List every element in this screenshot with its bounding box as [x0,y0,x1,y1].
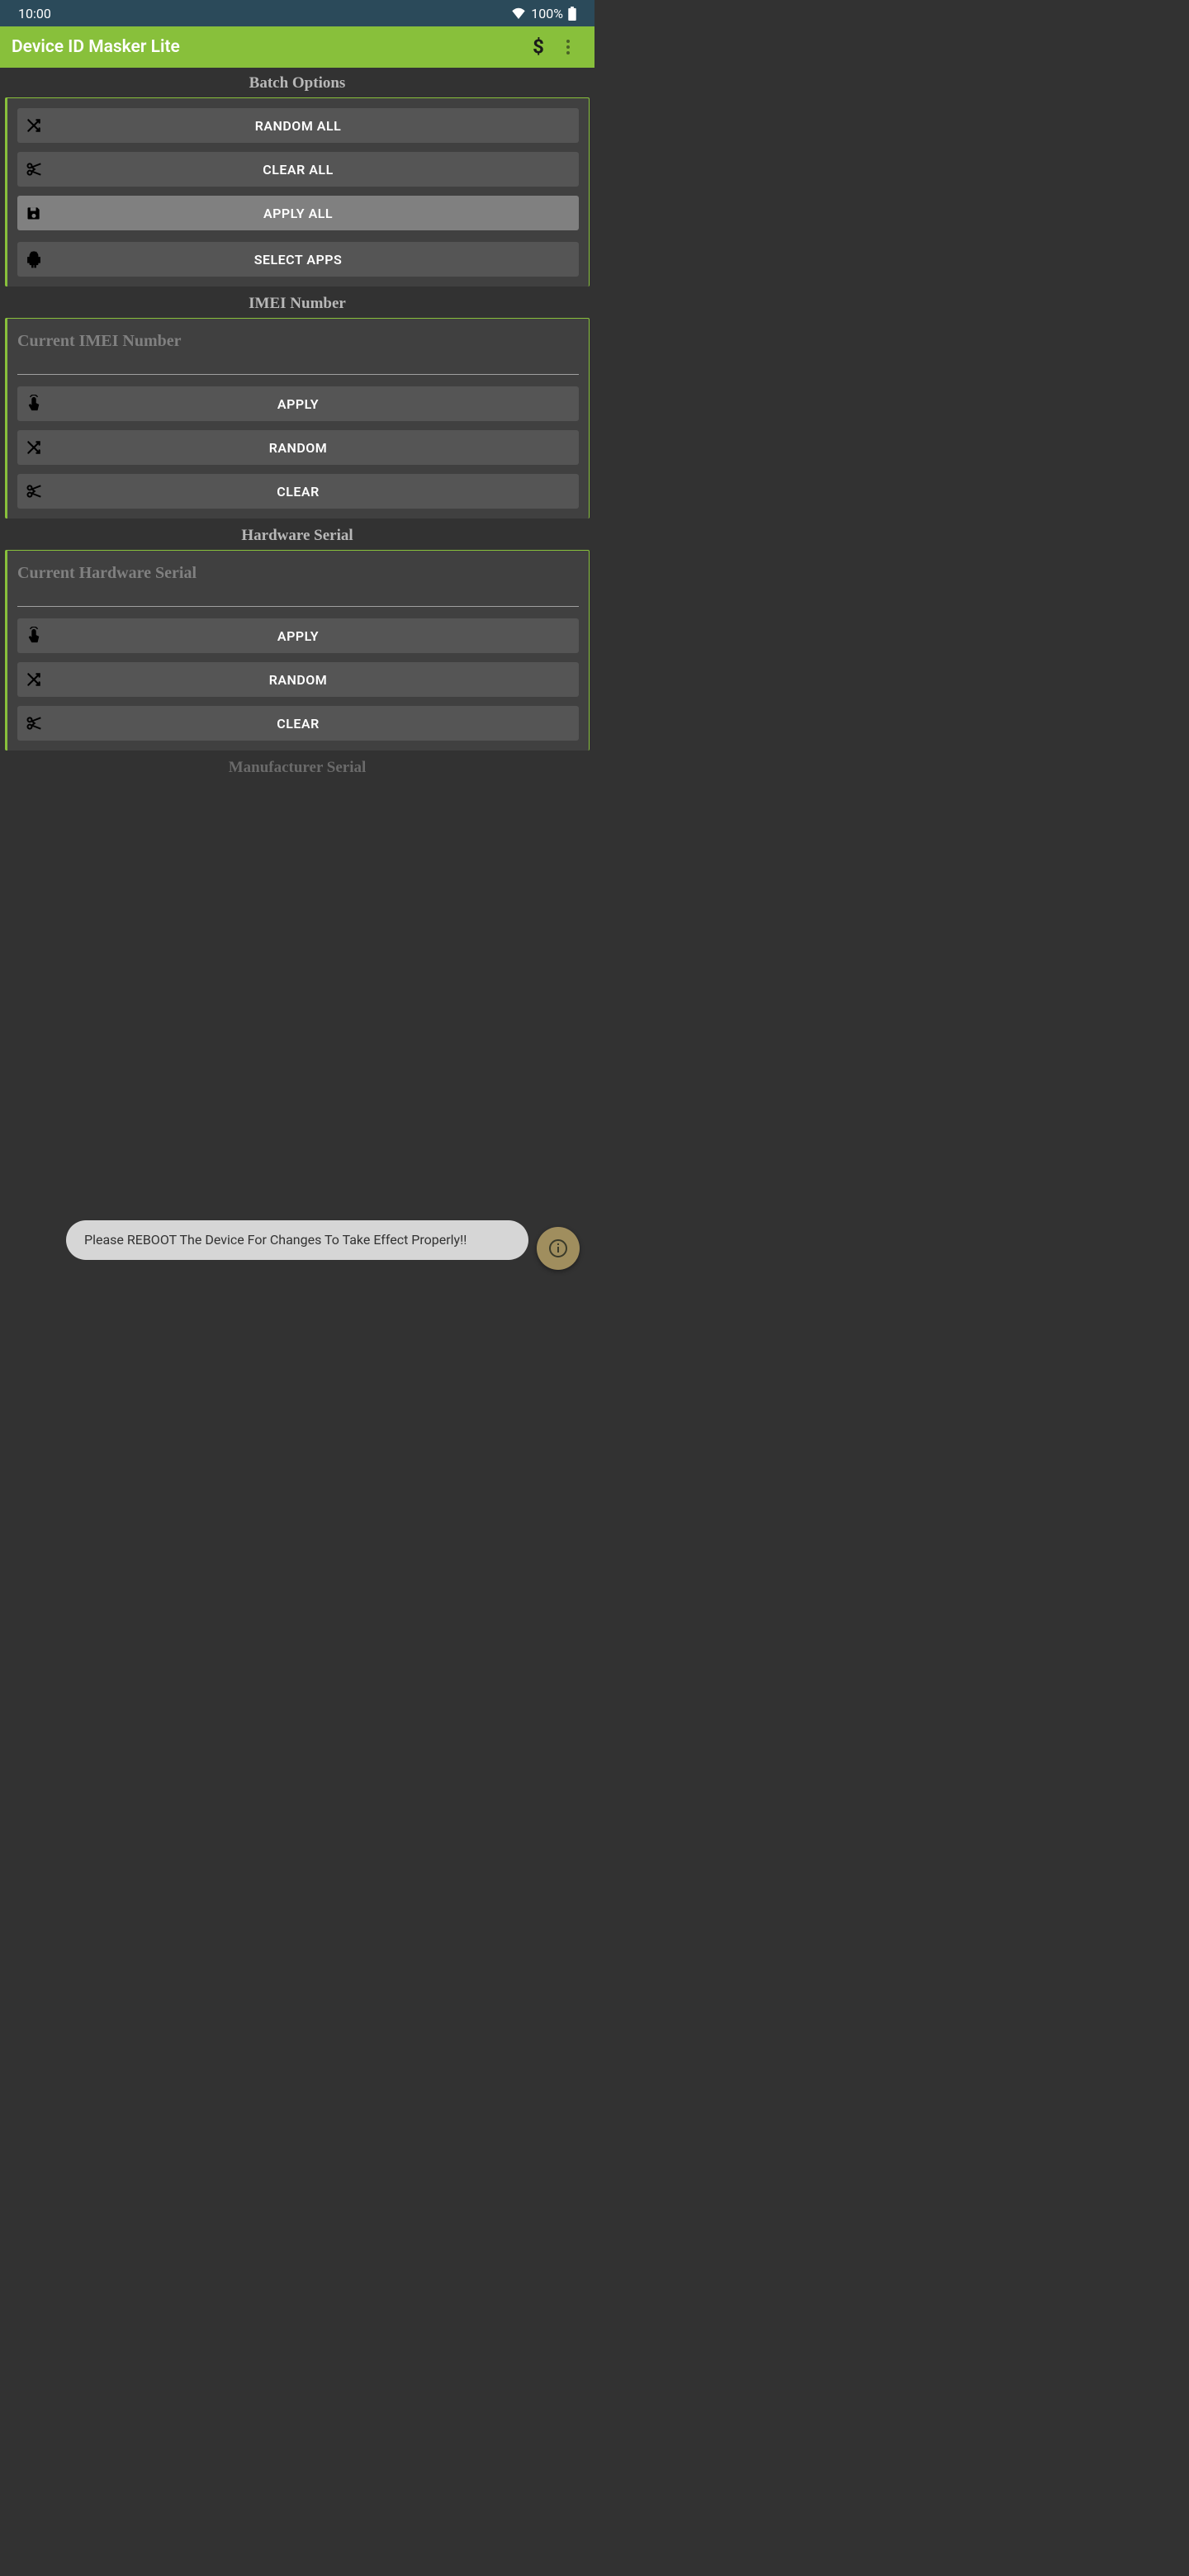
apply-all-button[interactable]: APPLY ALL [17,196,579,230]
app-title: Device ID Masker Lite [12,37,523,57]
hwserial-random-button[interactable]: RANDOM [17,662,579,697]
wifi-icon [511,7,526,19]
svg-text:$: $ [533,37,544,57]
more-vert-icon [566,40,570,54]
info-fab[interactable] [537,1227,580,1270]
random-all-label: RANDOM ALL [17,118,579,134]
toast-message: Please REBOOT The Device For Changes To … [66,1220,528,1260]
batch-options-card: RANDOM ALL CLEAR ALL APPLY ALL SELECT AP… [5,97,590,286]
imei-card: Current IMEI Number APPLY RANDOM CLEAR [5,318,590,519]
apply-all-label: APPLY ALL [17,206,579,221]
clear-all-button[interactable]: CLEAR ALL [17,152,579,187]
random-all-button[interactable]: RANDOM ALL [17,108,579,143]
dollar-icon: $ [533,37,544,57]
hwserial-random-label: RANDOM [17,672,579,688]
section-title-batch: Batch Options [0,74,594,92]
hwserial-input[interactable]: Current Hardware Serial [17,564,579,607]
section-title-imei: IMEI Number [0,295,594,313]
section-title-mfserial: Manufacturer Serial [0,759,594,777]
status-bar: 10:00 100% [0,0,594,26]
hwserial-apply-button[interactable]: APPLY [17,618,579,653]
hwserial-clear-button[interactable]: CLEAR [17,706,579,741]
content: Batch Options RANDOM ALL CLEAR ALL APPLY… [0,74,594,777]
status-battery-pct: 100% [531,6,563,21]
section-title-hwserial: Hardware Serial [0,527,594,545]
hwserial-apply-label: APPLY [17,628,579,644]
imei-clear-label: CLEAR [17,484,579,500]
hwserial-card: Current Hardware Serial APPLY RANDOM CLE… [5,550,590,751]
imei-apply-button[interactable]: APPLY [17,386,579,421]
app-bar: Device ID Masker Lite $ [0,26,594,68]
imei-input[interactable]: Current IMEI Number [17,332,579,375]
overflow-menu-button[interactable] [553,40,583,54]
imei-random-button[interactable]: RANDOM [17,430,579,465]
select-apps-label: SELECT APPS [17,252,579,268]
hwserial-clear-label: CLEAR [17,716,579,732]
imei-apply-label: APPLY [17,396,579,412]
battery-icon [568,7,576,21]
imei-clear-button[interactable]: CLEAR [17,474,579,509]
purchase-button[interactable]: $ [523,37,553,57]
clear-all-label: CLEAR ALL [17,162,579,178]
info-icon [548,1238,568,1258]
imei-random-label: RANDOM [17,440,579,456]
status-time: 10:00 [18,6,51,21]
select-apps-button[interactable]: SELECT APPS [17,242,579,277]
status-right: 100% [511,6,576,21]
